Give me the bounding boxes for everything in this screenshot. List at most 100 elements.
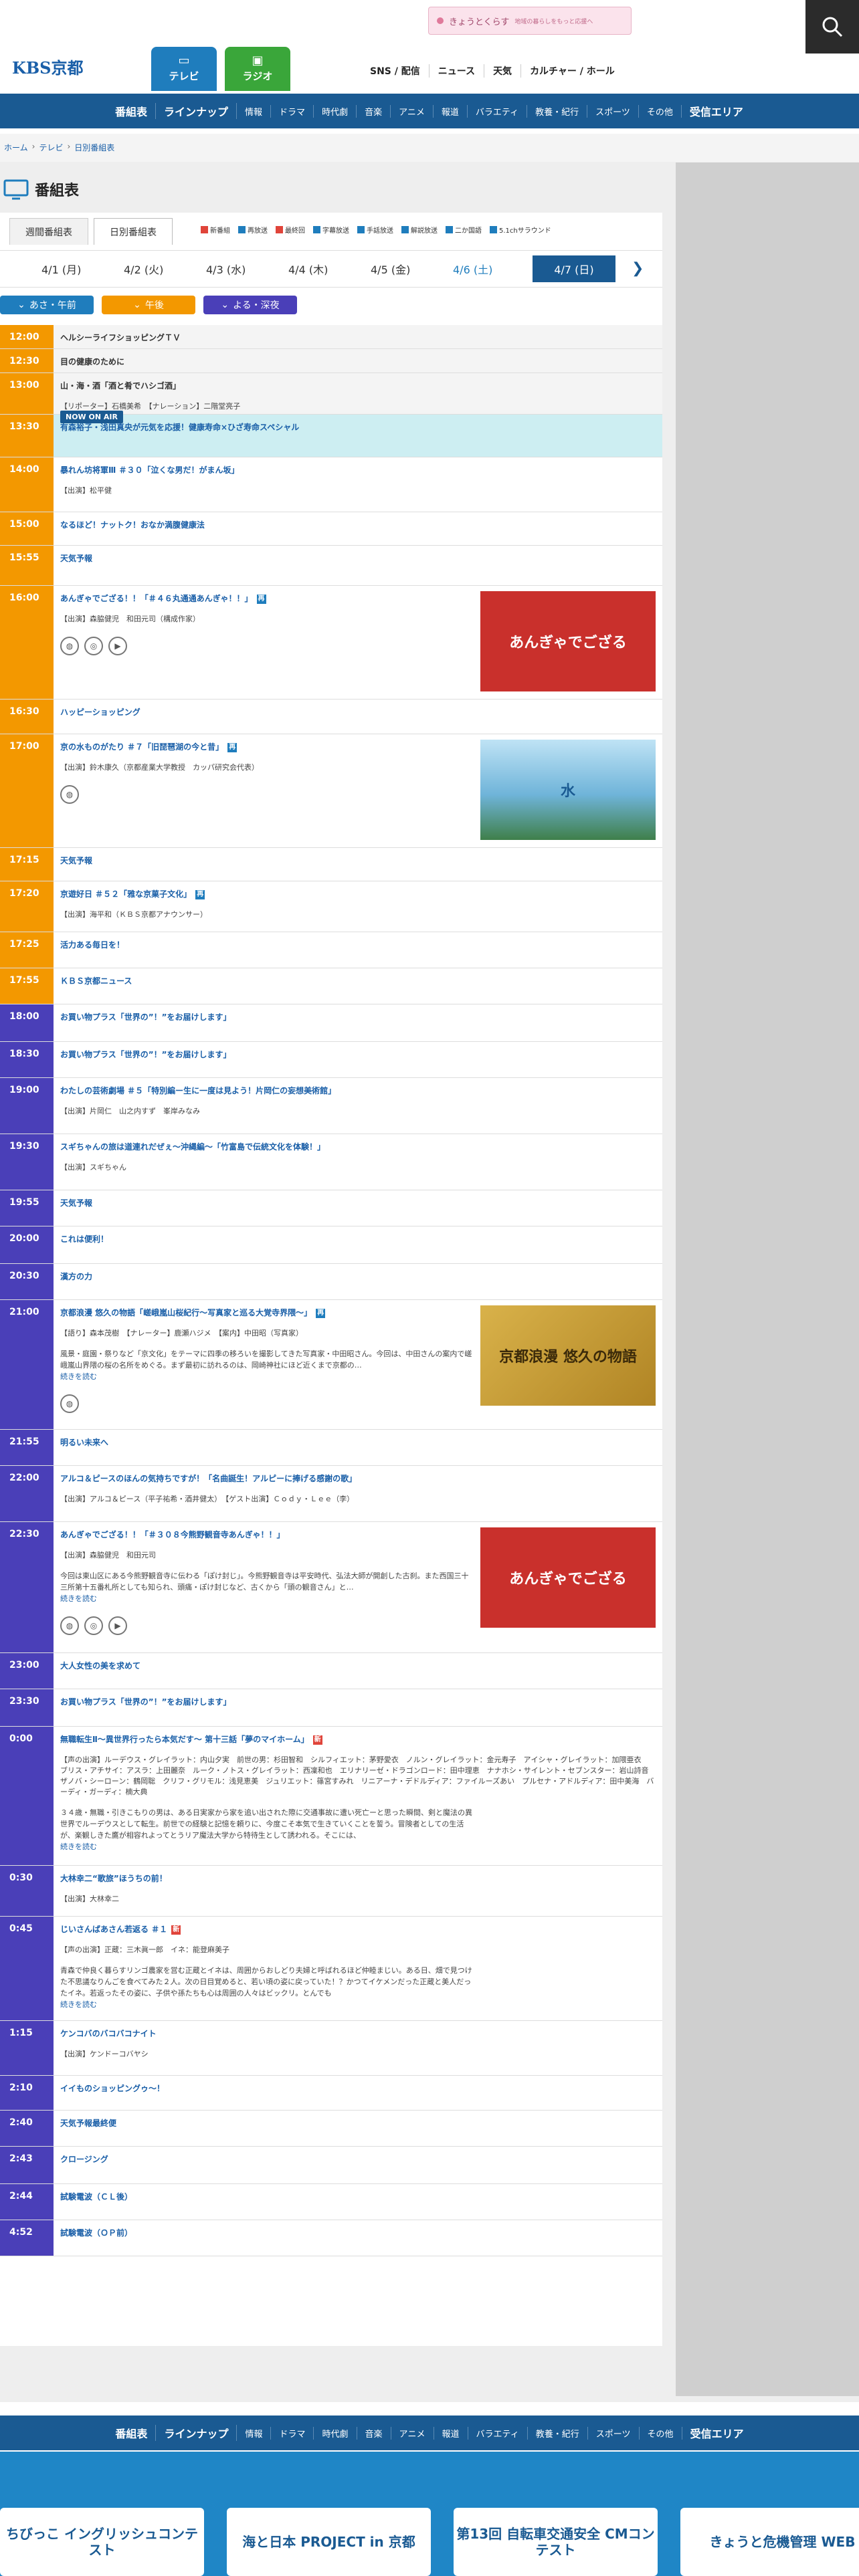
footer-nav-item-4[interactable]: 時代劇: [314, 2426, 357, 2440]
program-thumbnail[interactable]: あんぎゃでござる: [480, 591, 656, 691]
program-title[interactable]: 京遊好日 ＃５２「雅な京菓子文化」再: [60, 888, 654, 900]
program-row[interactable]: 18:00 お買い物プラス「世界の”！”をお届けします」: [0, 1004, 662, 1042]
web-icon[interactable]: ◍: [60, 1394, 79, 1413]
program-row[interactable]: 2:40 天気予報最終便: [0, 2111, 662, 2147]
web-icon[interactable]: ◍: [60, 637, 79, 655]
program-row[interactable]: 0:30 大林幸二“歌旅”ほうちの前！ 【出演】大林幸二: [0, 1866, 662, 1917]
footer-nav-item-10[interactable]: スポーツ: [588, 2426, 640, 2440]
program-row[interactable]: 15:00 なるほど！ナットク！おなか満腹健康法: [0, 512, 662, 546]
tab-tv[interactable]: ▭ テレビ: [151, 47, 217, 91]
nav-item-8[interactable]: バラエティ: [468, 104, 528, 118]
date-tab-2[interactable]: 4/3 (水): [206, 261, 288, 277]
top-link-0[interactable]: SNS / 配信: [361, 64, 430, 78]
nav-item-10[interactable]: スポーツ: [587, 104, 639, 118]
program-row[interactable]: 0:45 じいさんばあさん若返る ＃１ 新【声の出演】正蔵：三木眞一郎 イネ：能登麻…: [0, 1917, 662, 2021]
program-row[interactable]: 14:00 暴れん坊将軍Ⅲ ＃３０「泣くな男だ！がまん坂」 【出演】松平健: [0, 457, 662, 512]
program-title[interactable]: 目の健康のために: [60, 356, 654, 368]
top-link-3[interactable]: カルチャー / ホール: [521, 64, 624, 78]
program-row[interactable]: 15:55 天気予報: [0, 546, 662, 586]
date-tab-3[interactable]: 4/4 (木): [288, 261, 371, 277]
date-tab-6[interactable]: 4/7 (日): [533, 255, 615, 282]
program-row[interactable]: 12:30 目の健康のために: [0, 349, 662, 373]
footer-nav-item-9[interactable]: 教養・紀行: [528, 2426, 588, 2440]
footer-nav-item-6[interactable]: アニメ: [391, 2426, 434, 2440]
date-tab-0[interactable]: 4/1 (月): [41, 261, 124, 277]
program-row[interactable]: 19:55 天気予報: [0, 1190, 662, 1226]
program-thumbnail[interactable]: あんぎゃでござる: [480, 1527, 656, 1628]
footer-nav-item-0[interactable]: 番組表: [107, 2425, 157, 2441]
program-row[interactable]: 20:30 漢方の力: [0, 1264, 662, 1300]
date-tab-5[interactable]: 4/6 (土): [453, 261, 535, 277]
program-row[interactable]: 13:30 有森裕子・浅田真央が元気を応援！健康寿命×ひざ寿命スペシャル NOW O…: [0, 411, 662, 457]
program-title[interactable]: これは便利！: [60, 1233, 654, 1245]
program-title[interactable]: 有森裕子・浅田真央が元気を応援！健康寿命×ひざ寿命スペシャル: [60, 421, 654, 433]
top-link-2[interactable]: 天気: [484, 64, 522, 78]
program-row[interactable]: 23:00 大人女性の美を求めて: [0, 1653, 662, 1689]
breadcrumb-daily[interactable]: 日別番組表: [74, 142, 114, 162]
footer-nav-item-11[interactable]: その他: [640, 2426, 682, 2440]
footer-nav-item-3[interactable]: ドラマ: [271, 2426, 314, 2440]
program-row[interactable]: 4:52 試験電波（ＯＰ前）: [0, 2220, 662, 2256]
program-title[interactable]: ヘルシーライフショッピングＴＶ: [60, 332, 654, 344]
program-row[interactable]: 18:30 お買い物プラス「世界の”！”をお届けします」: [0, 1042, 662, 1078]
program-title[interactable]: 試験電波（ＯＰ前）: [60, 2227, 654, 2239]
program-title[interactable]: 大林幸二“歌旅”ほうちの前！: [60, 1872, 654, 1885]
nav-item-1[interactable]: ラインナップ: [156, 103, 237, 119]
program-title[interactable]: お買い物プラス「世界の”！”をお届けします」: [60, 1696, 654, 1708]
program-thumbnail[interactable]: 京都浪漫 悠久の物語: [480, 1305, 656, 1406]
program-row[interactable]: 19:00 わたしの芸術劇場 ＃５「特別編ー生に一度は見よう！片岡仁の妄想美術館」…: [0, 1078, 662, 1134]
program-row[interactable]: 12:00 ヘルシーライフショッピングＴＶ: [0, 325, 662, 349]
program-row[interactable]: 17:20 京遊好日 ＃５２「雅な京菓子文化」再【出演】海平和（ＫＢＳ京都アナウン…: [0, 881, 662, 932]
footer-banner-0[interactable]: ちびっこ イングリッシュコンテスト: [0, 2508, 204, 2576]
next-week-arrow-icon[interactable]: ❯: [632, 260, 644, 277]
program-title[interactable]: イイものショッピングゥ〜！: [60, 2082, 654, 2095]
program-row[interactable]: 20:00 これは便利！: [0, 1226, 662, 1264]
program-title[interactable]: ケンコバのバコバコナイト: [60, 2028, 654, 2040]
date-tab-4[interactable]: 4/5 (金): [371, 261, 453, 277]
program-title[interactable]: 天気予報最終便: [60, 2117, 654, 2129]
nav-item-0[interactable]: 番組表: [107, 103, 157, 119]
program-row[interactable]: 22:00 アルコ＆ピースのほんの気持ちですが！「名曲誕生！アルピーに捧げる感謝の…: [0, 1466, 662, 1522]
program-title[interactable]: お買い物プラス「世界の”！”をお届けします」: [60, 1011, 654, 1023]
program-title[interactable]: 大人女性の美を求めて: [60, 1660, 654, 1672]
program-title[interactable]: アルコ＆ピースのほんの気持ちですが！「名曲誕生！アルピーに捧げる感謝の歌」: [60, 1473, 654, 1485]
program-thumbnail[interactable]: 水: [480, 740, 656, 840]
program-title[interactable]: ＫＢＳ京都ニュース: [60, 975, 654, 987]
program-row[interactable]: 13:00 山・海・酒「酒と肴でハシゴ酒」 【リポーター】石橋美希 【ナレーション】…: [0, 373, 662, 415]
program-row[interactable]: 17:55 ＫＢＳ京都ニュース: [0, 968, 662, 1004]
program-title[interactable]: 試験電波（ＣＬ後）: [60, 2191, 654, 2203]
program-row[interactable]: 17:25 活力ある毎日を！: [0, 932, 662, 968]
program-row[interactable]: 1:15 ケンコバのバコバコナイト 【出演】ケンドーコバヤシ: [0, 2021, 662, 2076]
program-row[interactable]: 0:00 無職転生Ⅱ〜異世界行ったら本気だす〜 第十三話「夢のマイホーム」新【声の…: [0, 1727, 662, 1866]
nav-item-2[interactable]: 情報: [237, 104, 272, 118]
search-button[interactable]: [805, 0, 859, 53]
instagram-icon[interactable]: ◎: [84, 637, 103, 655]
program-row[interactable]: 17:00 京の水ものがたり ＃７「旧琵琶湖の今と昔」再【出演】鈴木康久（京都産業…: [0, 734, 662, 848]
nav-item-11[interactable]: その他: [639, 104, 682, 118]
nav-item-6[interactable]: アニメ: [391, 104, 434, 118]
nav-item-3[interactable]: ドラマ: [271, 104, 314, 118]
nav-item-4[interactable]: 時代劇: [314, 104, 357, 118]
web-icon[interactable]: ◍: [60, 1616, 79, 1635]
program-row[interactable]: 16:00 あんぎゃでござる！！「＃４６丸通通あんぎゃ！！」再【出演】森脇健児 和…: [0, 586, 662, 700]
site-logo[interactable]: KBS京都: [12, 55, 83, 78]
program-title[interactable]: お買い物プラス「世界の”！”をお届けします」: [60, 1049, 654, 1061]
youtube-icon[interactable]: ▶: [108, 637, 127, 655]
program-title[interactable]: 明るい未来へ: [60, 1436, 654, 1448]
nav-item-5[interactable]: 音楽: [357, 104, 391, 118]
time-filter-1[interactable]: ⌄ 午後: [102, 296, 195, 314]
date-tab-1[interactable]: 4/2 (火): [124, 261, 206, 277]
web-icon[interactable]: ◍: [60, 785, 79, 804]
program-title[interactable]: クロージング: [60, 2153, 654, 2165]
program-title[interactable]: 無職転生Ⅱ〜異世界行ったら本気だす〜 第十三話「夢のマイホーム」新: [60, 1733, 654, 1745]
program-title[interactable]: 天気予報: [60, 855, 654, 867]
program-title[interactable]: ハッピーショッピング: [60, 706, 654, 718]
read-more-link[interactable]: 続きを読む: [60, 1842, 97, 1851]
program-row[interactable]: 16:30 ハッピーショッピング: [0, 700, 662, 734]
youtube-icon[interactable]: ▶: [108, 1616, 127, 1635]
footer-nav-item-12[interactable]: 受信エリア: [682, 2425, 752, 2441]
time-filter-0[interactable]: ⌄ あさ・午前: [0, 296, 94, 314]
program-title[interactable]: 活力ある毎日を！: [60, 939, 654, 951]
nav-item-12[interactable]: 受信エリア: [682, 103, 751, 119]
footer-nav-item-5[interactable]: 音楽: [357, 2426, 391, 2440]
